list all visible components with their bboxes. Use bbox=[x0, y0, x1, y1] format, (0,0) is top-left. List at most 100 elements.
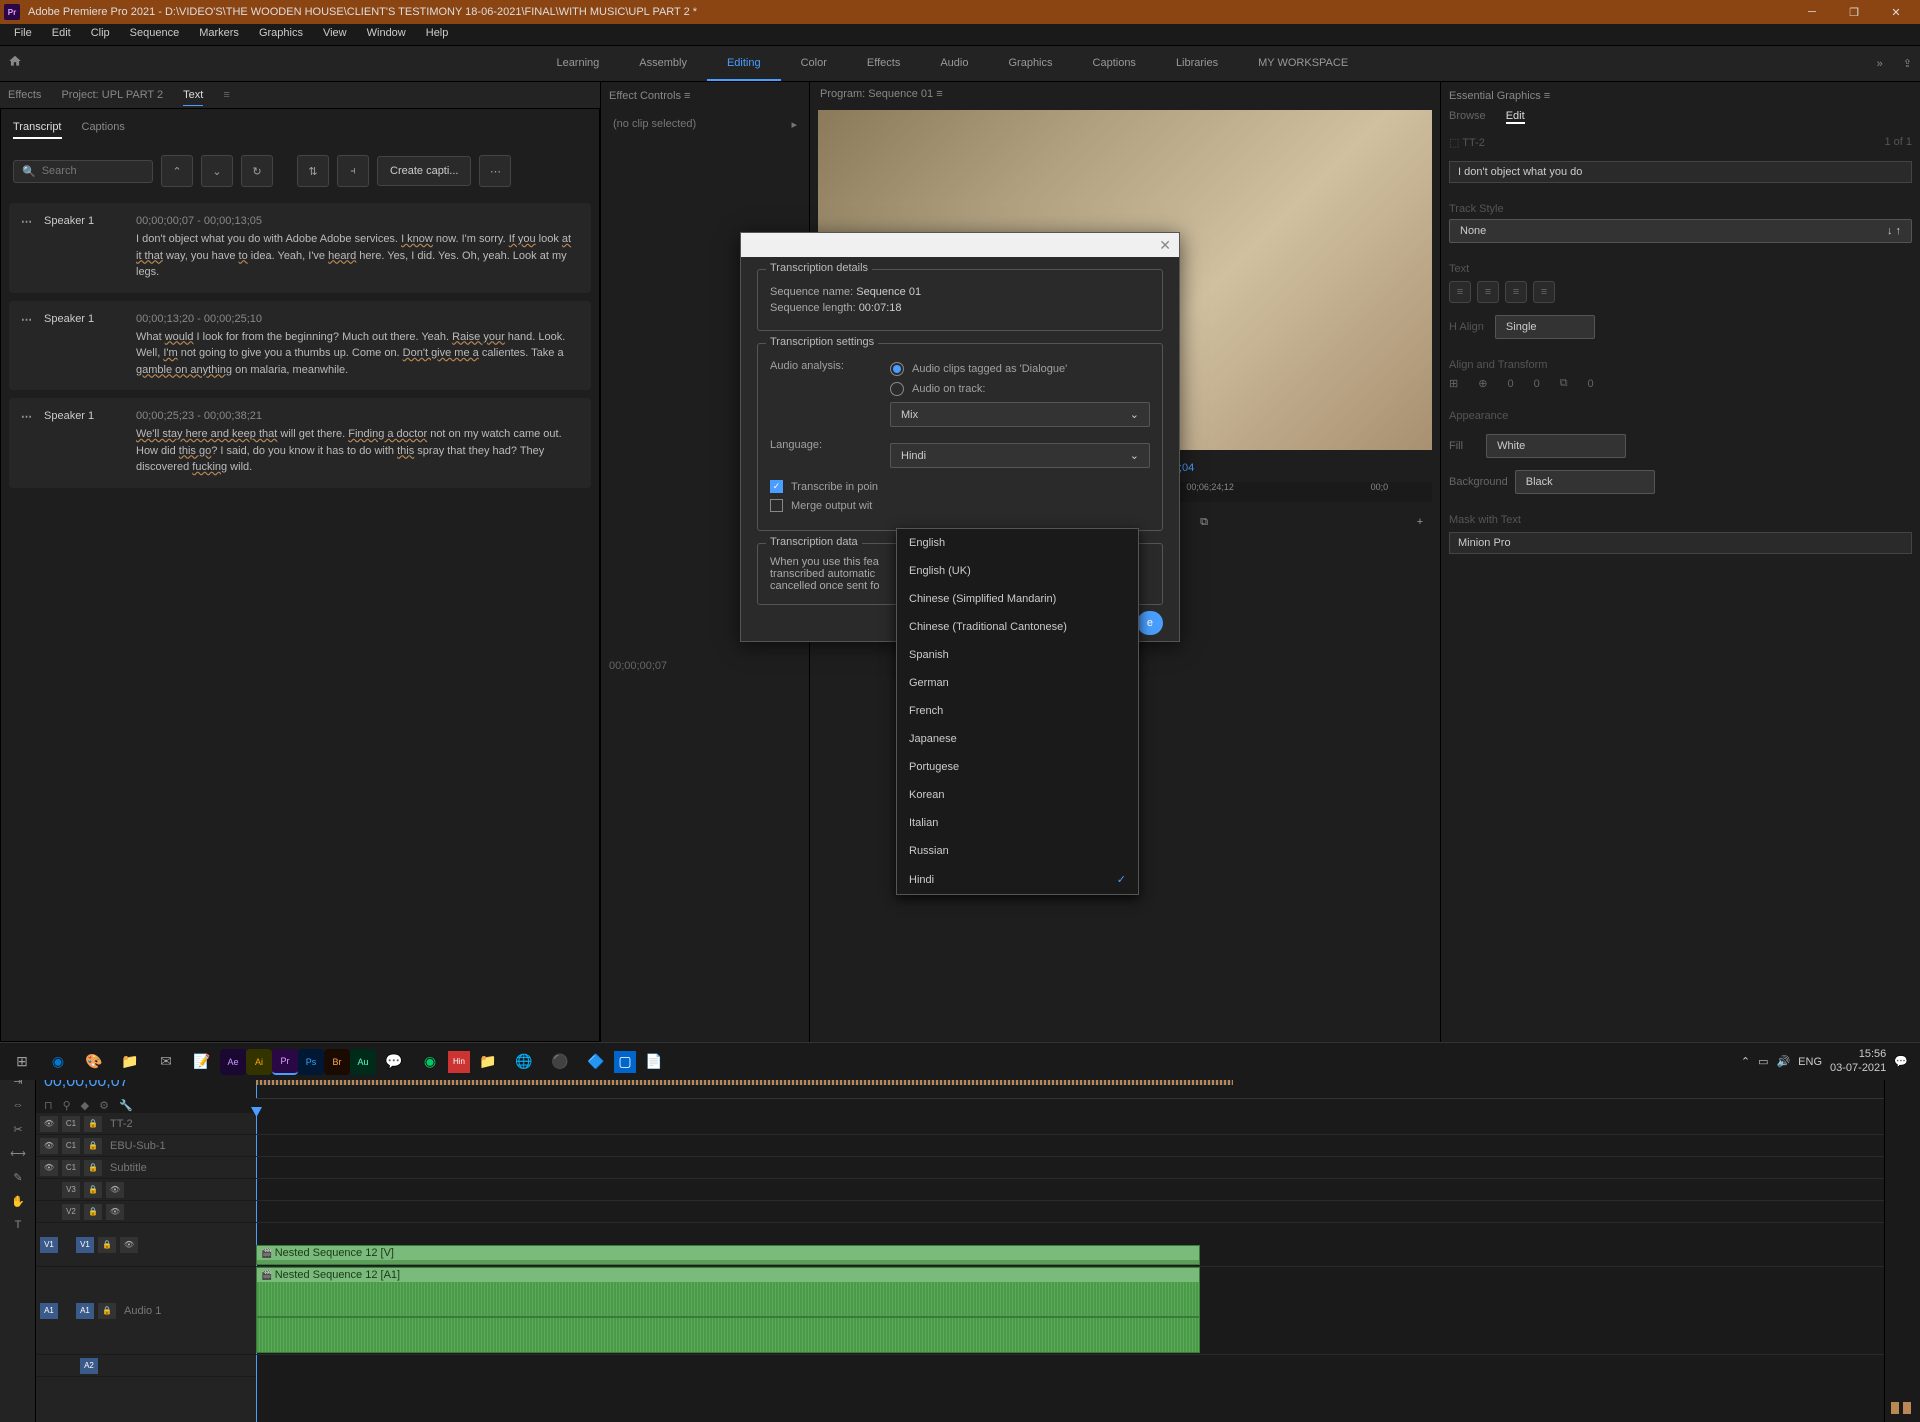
volume-icon[interactable]: 🔊 bbox=[1776, 1055, 1790, 1068]
home-icon[interactable] bbox=[8, 54, 28, 74]
align-right-icon[interactable]: ≡ bbox=[1505, 281, 1527, 303]
eg-browse[interactable]: Browse bbox=[1449, 110, 1486, 124]
snap-icon[interactable]: ⊓ bbox=[44, 1099, 53, 1113]
marker-icon[interactable]: ◆ bbox=[81, 1099, 89, 1113]
menu-clip[interactable]: Clip bbox=[81, 24, 120, 45]
track-v3[interactable]: V3🔒👁 bbox=[36, 1179, 256, 1201]
align-left-icon[interactable]: ≡ bbox=[1449, 281, 1471, 303]
zone-icon[interactable]: ⊞ bbox=[1449, 377, 1458, 390]
chk-inpoint[interactable]: Transcribe in poin bbox=[770, 480, 1150, 493]
chk-merge[interactable]: Merge output wit bbox=[770, 499, 1150, 512]
menu-edit[interactable]: Edit bbox=[42, 24, 81, 45]
start-button[interactable]: ⊞ bbox=[4, 1044, 40, 1080]
link-icon[interactable]: ⚲ bbox=[63, 1099, 71, 1113]
menu-view[interactable]: View bbox=[313, 24, 357, 45]
effect-controls-tab[interactable]: Effect Controls ≡ bbox=[601, 82, 809, 110]
expand-button[interactable]: ⇅ bbox=[297, 155, 329, 187]
align-center-icon[interactable]: ≡ bbox=[1477, 281, 1499, 303]
track-a2[interactable]: A2 bbox=[36, 1355, 256, 1377]
workspace-editing[interactable]: Editing bbox=[707, 47, 781, 81]
folder2-icon[interactable]: 📁 bbox=[470, 1044, 506, 1080]
track-v1[interactable]: V1V1🔒👁 bbox=[36, 1223, 256, 1267]
mail-icon[interactable]: ✉ bbox=[148, 1044, 184, 1080]
eg-trackstyle-select[interactable]: None ↓ ↑ bbox=[1449, 219, 1912, 243]
razor-tool[interactable]: ✂ bbox=[4, 1119, 32, 1139]
ae-icon[interactable]: Ae bbox=[220, 1049, 246, 1075]
font-select[interactable]: Minion Pro bbox=[1449, 532, 1912, 554]
close-button[interactable]: ✕ bbox=[1876, 1, 1916, 23]
lang-option[interactable]: English bbox=[897, 529, 1138, 557]
menu-help[interactable]: Help bbox=[416, 24, 459, 45]
align-justify-icon[interactable]: ≡ bbox=[1533, 281, 1555, 303]
menu-file[interactable]: File bbox=[4, 24, 42, 45]
workspace-color[interactable]: Color bbox=[781, 47, 847, 81]
track-a1[interactable]: A1A1🔒Audio 1 bbox=[36, 1267, 256, 1355]
panel-menu-icon[interactable]: ≡ bbox=[223, 89, 229, 101]
notes-icon[interactable]: 📝 bbox=[184, 1044, 220, 1080]
tab-captions[interactable]: Captions bbox=[82, 117, 125, 139]
search-input[interactable]: 🔍 Search bbox=[13, 160, 153, 183]
anchor-icon[interactable]: ⊕ bbox=[1478, 377, 1487, 390]
radio-dialogue[interactable]: Audio clips tagged as 'Dialogue' bbox=[890, 362, 1150, 376]
pen-tool[interactable]: ✎ bbox=[4, 1167, 32, 1187]
add-button[interactable]: + bbox=[1408, 510, 1432, 534]
workspace-overflow-icon[interactable]: » bbox=[1877, 58, 1883, 70]
language-select[interactable]: Hindi⌄ bbox=[890, 443, 1150, 468]
transcript-item[interactable]: ⋯Speaker 100;00;13;20 - 00;00;25;10What … bbox=[9, 301, 591, 391]
dialog-close-icon[interactable]: ✕ bbox=[1159, 237, 1171, 254]
audio-clip[interactable]: 🎬 Nested Sequence 12 [A1] bbox=[256, 1267, 1200, 1353]
battery-icon[interactable]: ▭ bbox=[1758, 1055, 1768, 1068]
bg-select[interactable]: Black bbox=[1515, 470, 1655, 494]
lang-option[interactable]: Spanish bbox=[897, 641, 1138, 669]
lang-option[interactable]: Hindi✓ bbox=[897, 865, 1138, 894]
workspace-graphics[interactable]: Graphics bbox=[988, 47, 1072, 81]
slip-tool[interactable]: ⟷ bbox=[4, 1143, 32, 1163]
app-icon-1[interactable]: 🔷 bbox=[578, 1044, 614, 1080]
transcript-item[interactable]: ⋯Speaker 100;00;25;23 - 00;00;38;21We'll… bbox=[9, 398, 591, 488]
clock[interactable]: 15:56 03-07-2021 bbox=[1830, 1048, 1886, 1074]
eg-title[interactable]: Essential Graphics ≡ bbox=[1449, 90, 1912, 102]
transcript-menu-icon[interactable]: ⋯ bbox=[21, 215, 32, 281]
transcript-menu-icon[interactable]: ⋯ bbox=[21, 313, 32, 379]
compare-button[interactable]: ⧉ bbox=[1192, 510, 1216, 534]
edge-icon[interactable]: ◉ bbox=[40, 1044, 76, 1080]
lang-indicator[interactable]: ENG bbox=[1798, 1056, 1822, 1068]
track-c1[interactable]: 👁C1🔒TT-2 bbox=[36, 1113, 256, 1135]
br-icon[interactable]: Br bbox=[324, 1049, 350, 1075]
program-title[interactable]: Program: Sequence 01 ≡ bbox=[810, 82, 1440, 106]
workspace-audio[interactable]: Audio bbox=[920, 47, 988, 81]
tab-text[interactable]: Text bbox=[183, 85, 203, 106]
menu-markers[interactable]: Markers bbox=[189, 24, 249, 45]
menu-window[interactable]: Window bbox=[357, 24, 416, 45]
mix-select[interactable]: Mix⌄ bbox=[890, 402, 1150, 427]
track-content[interactable]: 🎬 Nested Sequence 12 [V] 🎬 Nested Sequen… bbox=[256, 1113, 1884, 1422]
ai-icon[interactable]: Ai bbox=[246, 1049, 272, 1075]
grammarly-icon[interactable]: ◉ bbox=[412, 1044, 448, 1080]
halign-select[interactable]: Single bbox=[1495, 315, 1595, 339]
workspace-effects[interactable]: Effects bbox=[847, 47, 920, 81]
lang-option[interactable]: French bbox=[897, 697, 1138, 725]
menu-sequence[interactable]: Sequence bbox=[120, 24, 190, 45]
hand-tool[interactable]: ✋ bbox=[4, 1191, 32, 1211]
workspace-libraries[interactable]: Libraries bbox=[1156, 47, 1238, 81]
chrome-icon[interactable]: 🌐 bbox=[506, 1044, 542, 1080]
paint-icon[interactable]: 🎨 bbox=[76, 1044, 112, 1080]
refresh-button[interactable]: ↻ bbox=[241, 155, 273, 187]
track-c1c[interactable]: 👁C1🔒Subtitle bbox=[36, 1157, 256, 1179]
prev-button[interactable]: ⌃ bbox=[161, 155, 193, 187]
notifications-icon[interactable]: 💬 bbox=[1894, 1055, 1908, 1068]
eg-edit[interactable]: Edit bbox=[1506, 110, 1525, 124]
lang-option[interactable]: German bbox=[897, 669, 1138, 697]
ps-icon[interactable]: Ps bbox=[298, 1049, 324, 1075]
obs-icon[interactable]: ⚫ bbox=[542, 1044, 578, 1080]
eg-text-input[interactable] bbox=[1449, 161, 1912, 183]
wrench-icon[interactable]: 🔧 bbox=[119, 1099, 133, 1113]
tab-transcript[interactable]: Transcript bbox=[13, 117, 62, 139]
more-button[interactable]: ⋯ bbox=[479, 155, 511, 187]
workspace-my[interactable]: MY WORKSPACE bbox=[1238, 47, 1368, 81]
transcript-item[interactable]: ⋯Speaker 100;00;00;07 - 00;00;13;05I don… bbox=[9, 203, 591, 293]
lang-option[interactable]: Portugese bbox=[897, 753, 1138, 781]
ripple-tool[interactable]: ⇔ bbox=[4, 1095, 32, 1115]
menu-graphics[interactable]: Graphics bbox=[249, 24, 313, 45]
workspace-learning[interactable]: Learning bbox=[536, 47, 619, 81]
